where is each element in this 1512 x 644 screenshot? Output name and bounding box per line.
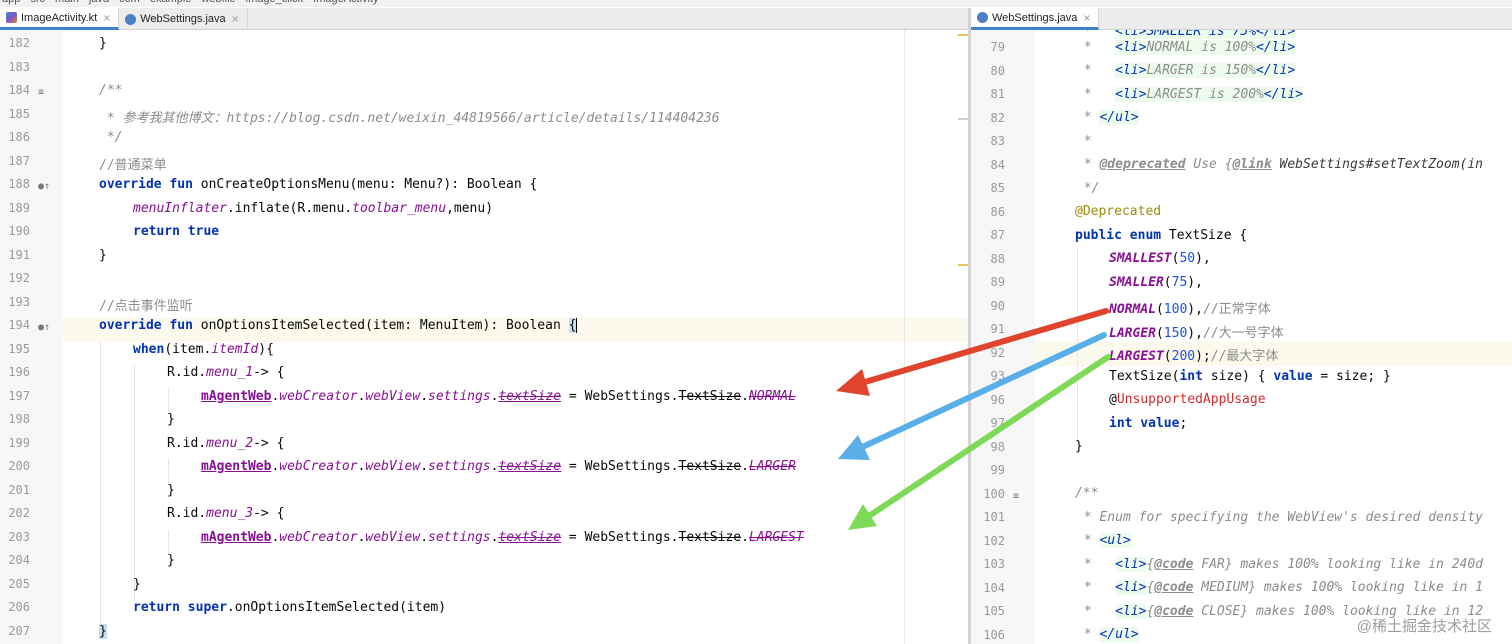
- annotation-arrows: [836, 308, 1111, 530]
- arrow-largest: [848, 354, 1111, 530]
- watermark: @稀土掘金技术社区: [1356, 618, 1492, 635]
